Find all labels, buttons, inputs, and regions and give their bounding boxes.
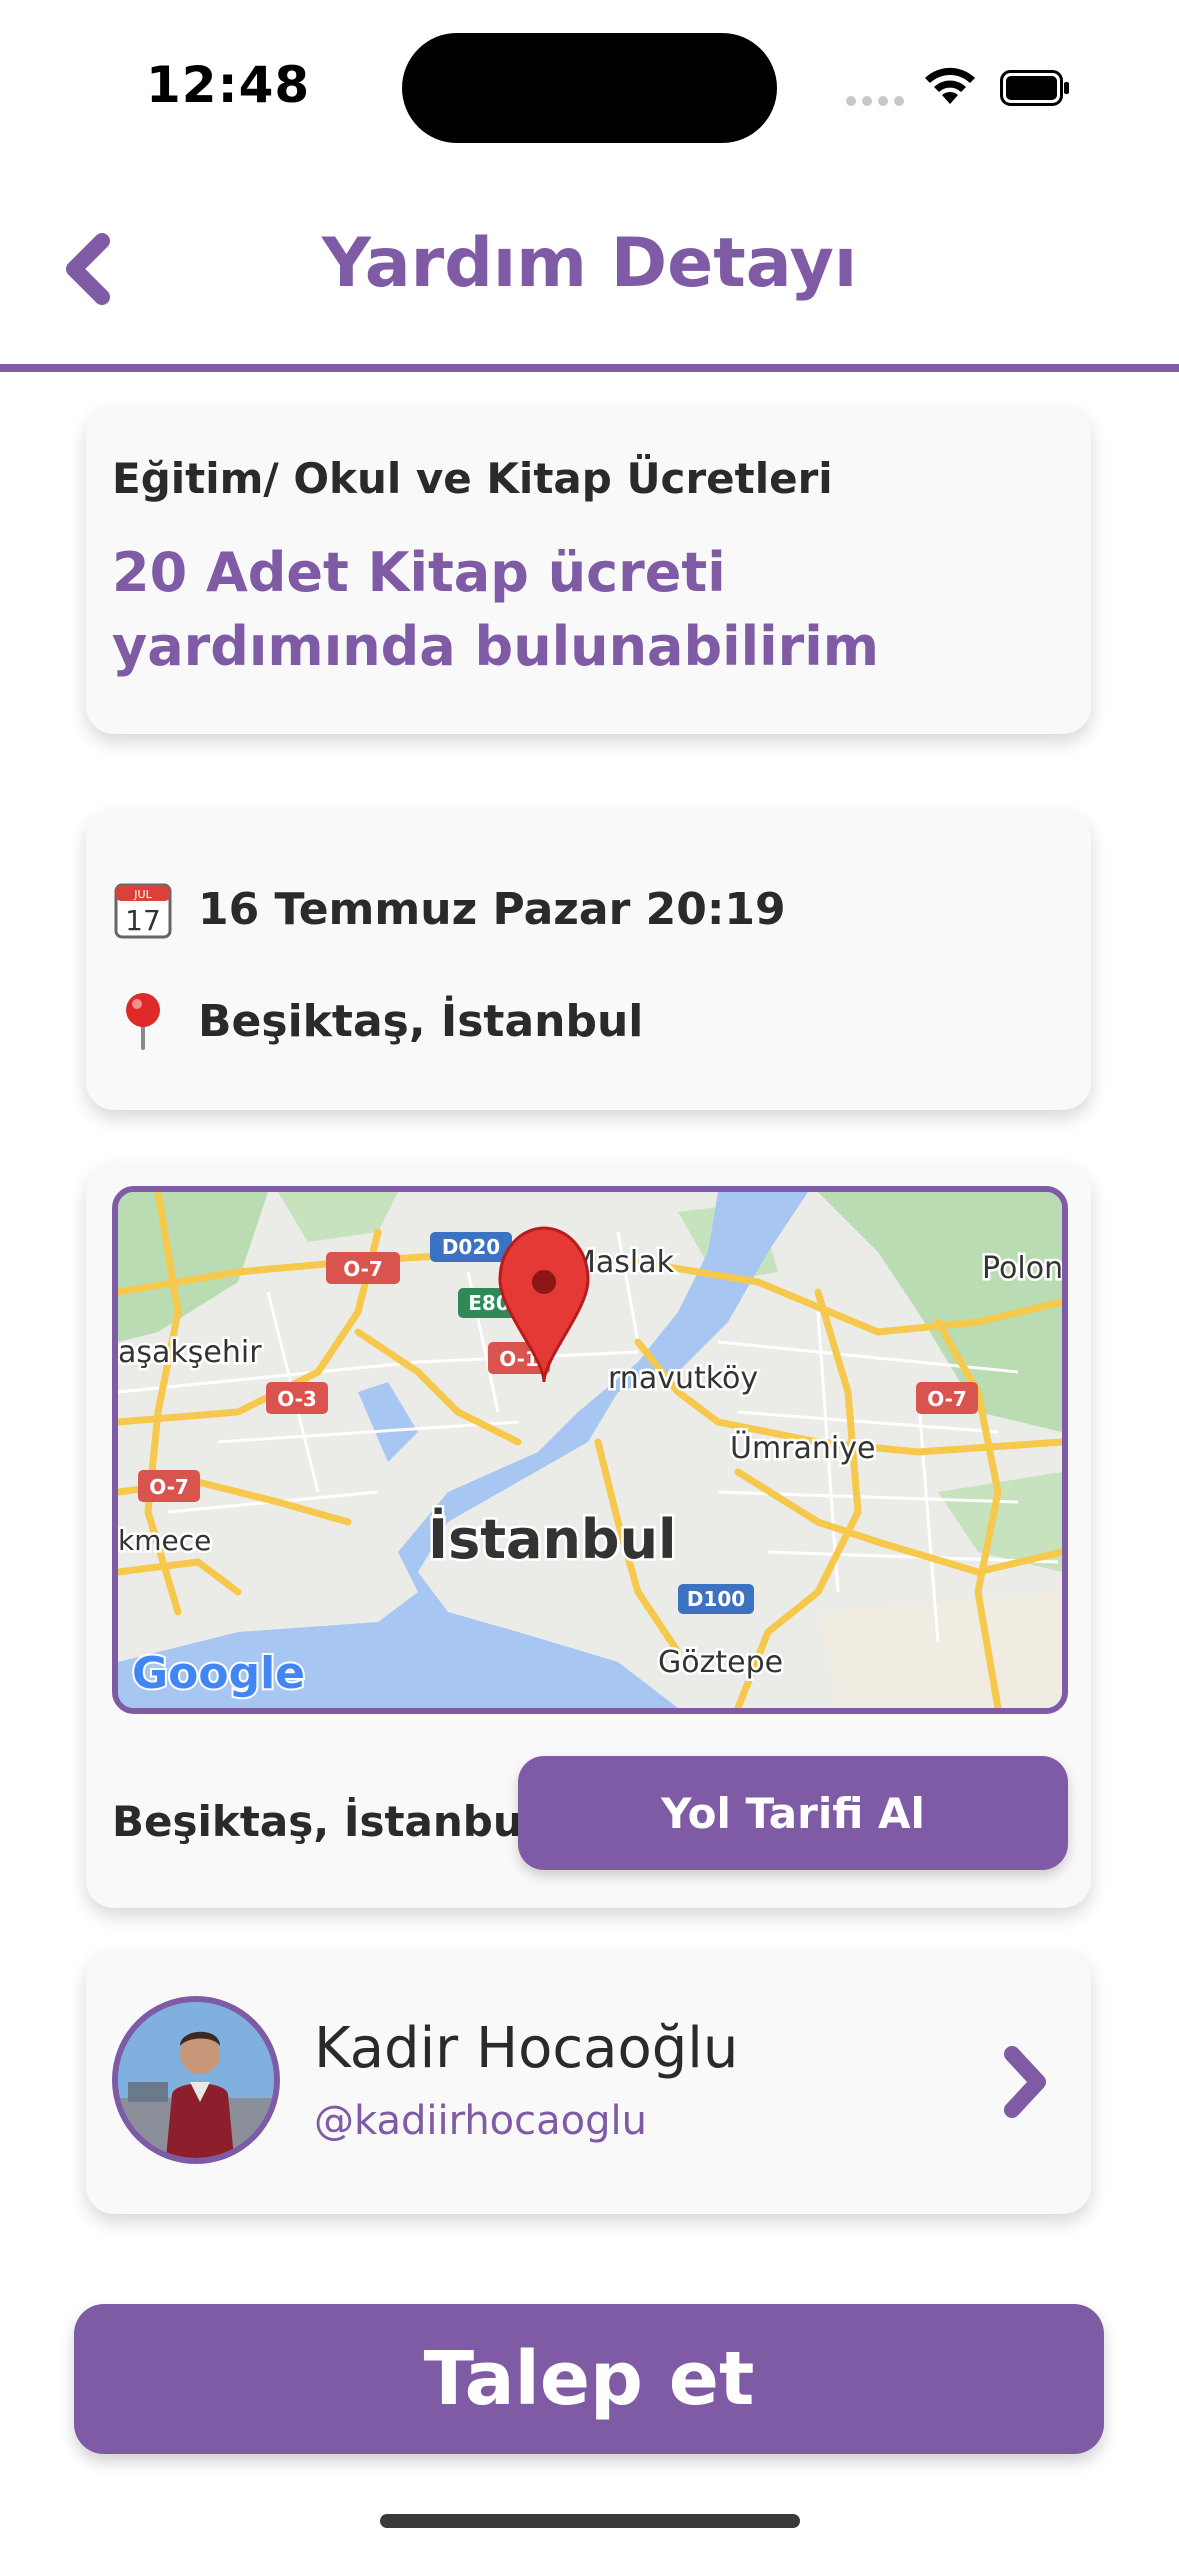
svg-text:Ümraniye: Ümraniye xyxy=(730,1430,875,1466)
page-title: Yardım Detayı xyxy=(321,224,858,303)
date-text: 16 Temmuz Pazar 20:19 xyxy=(198,883,786,935)
svg-text:Polon: Polon xyxy=(982,1251,1062,1286)
calendar-icon: JUL 17 xyxy=(112,878,174,940)
svg-text:JUL: JUL xyxy=(133,888,152,901)
svg-text:O-7: O-7 xyxy=(149,1475,189,1499)
pushpin-icon xyxy=(112,990,174,1052)
request-button[interactable]: Talep et xyxy=(74,2304,1104,2454)
nav-header: Yardım Detayı xyxy=(0,190,1179,370)
info-card: JUL 17 16 Temmuz Pazar 20:19 Beşiktaş, İ… xyxy=(86,810,1091,1110)
home-indicator xyxy=(380,2514,800,2528)
chevron-right-icon xyxy=(1004,2046,1046,2118)
map-card: O-7 D020 E80 O-1 O-3 O-7 O-7 D100 Maslak… xyxy=(86,1164,1091,1908)
location-row: Beşiktaş, İstanbul xyxy=(112,986,643,1056)
map-location-label: Beşiktaş, İstanbul xyxy=(112,1796,538,1846)
location-text: Beşiktaş, İstanbul xyxy=(198,995,644,1047)
user-name: Kadir Hocaoğlu xyxy=(314,2016,739,2081)
svg-text:Göztepe: Göztepe xyxy=(658,1645,783,1680)
battery-icon xyxy=(1000,70,1069,106)
svg-text:rnavutköy: rnavutköy xyxy=(608,1361,758,1396)
svg-text:kmece: kmece xyxy=(118,1524,211,1557)
cellular-signal-icon xyxy=(846,96,904,106)
svg-text:O-3: O-3 xyxy=(277,1387,317,1411)
svg-text:17: 17 xyxy=(125,904,161,937)
request-card: Eğitim/ Okul ve Kitap Ücretleri 20 Adet … xyxy=(86,406,1091,734)
svg-text:D100: D100 xyxy=(687,1587,745,1611)
date-row: JUL 17 16 Temmuz Pazar 20:19 xyxy=(112,874,786,944)
svg-text:O-7: O-7 xyxy=(343,1257,383,1281)
map-view[interactable]: O-7 D020 E80 O-1 O-3 O-7 O-7 D100 Maslak… xyxy=(112,1186,1068,1714)
get-directions-button[interactable]: Yol Tarifi Al xyxy=(518,1756,1068,1870)
user-profile-card[interactable]: Kadir Hocaoğlu @kadiirhocaoglu xyxy=(86,1950,1091,2214)
status-bar: 12:48 xyxy=(0,0,1179,170)
request-title: 20 Adet Kitap ücreti yardımında bulunabi… xyxy=(112,541,880,678)
svg-text:D020: D020 xyxy=(442,1235,500,1259)
wifi-icon xyxy=(925,67,975,104)
user-handle: @kadiirhocaoglu xyxy=(314,2098,647,2144)
svg-text:İstanbul: İstanbul xyxy=(428,1508,677,1571)
request-category: Eğitim/ Okul ve Kitap Ücretleri xyxy=(112,454,833,503)
avatar xyxy=(112,1996,280,2164)
status-time: 12:48 xyxy=(146,56,311,114)
svg-text:O-7: O-7 xyxy=(927,1387,967,1411)
svg-text:aşakşehir: aşakşehir xyxy=(118,1335,262,1370)
dynamic-island xyxy=(402,33,777,143)
svg-text:Google: Google xyxy=(132,1648,305,1699)
header-divider xyxy=(0,364,1179,372)
